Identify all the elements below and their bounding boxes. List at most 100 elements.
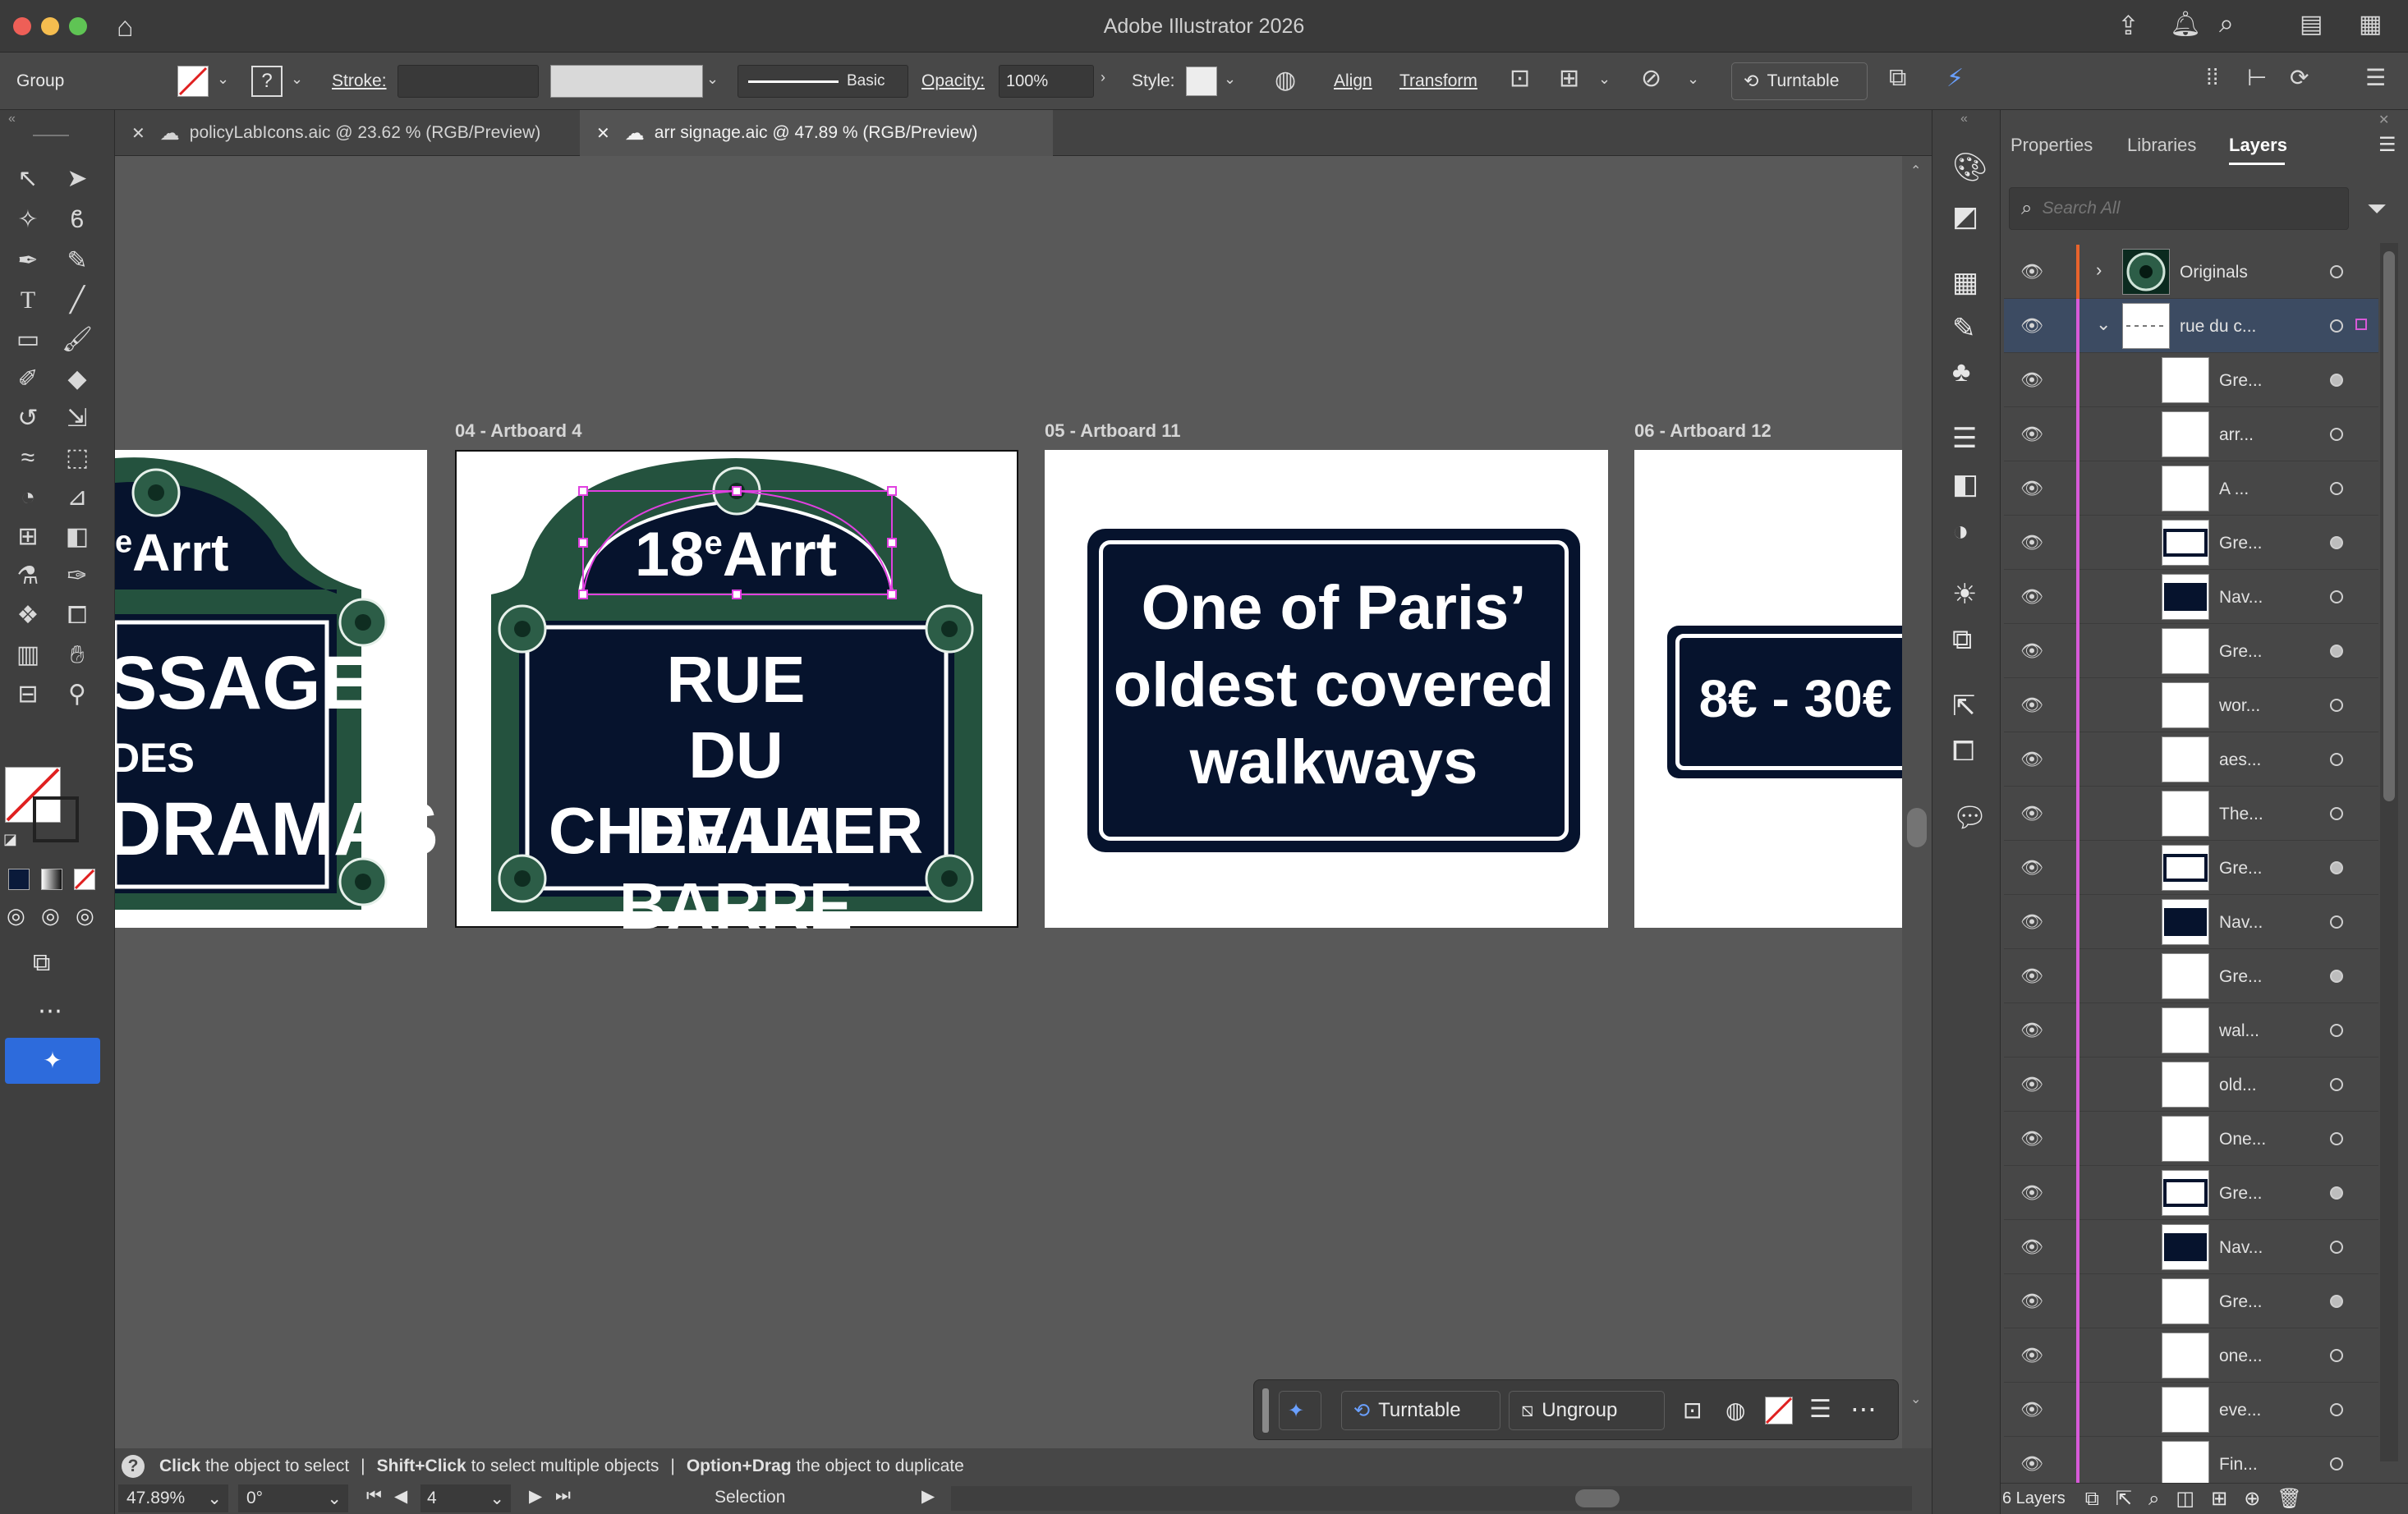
layer-name[interactable]: A ... [2219, 479, 2249, 499]
layer-name[interactable]: rue du c... [2180, 317, 2256, 337]
notification-bell-icon[interactable]: 🔔︎ [2170, 10, 2201, 39]
visibility-eye-icon[interactable]: 👁︎ [2020, 803, 2043, 824]
isolate-icon[interactable]: ⊡ [1510, 64, 1530, 93]
lasso-tool-icon[interactable]: ϐ [59, 202, 95, 238]
layer-row[interactable]: 👁︎ old... [2004, 1058, 2378, 1112]
gradient-mode-icon[interactable] [41, 869, 62, 890]
panel-menu-icon[interactable]: ☰ [2378, 133, 2397, 157]
visibility-eye-icon[interactable]: 👁︎ [2020, 1020, 2043, 1041]
collect-export-icon[interactable]: ⧉ [2085, 1488, 2099, 1511]
stroke-weight-field[interactable] [398, 65, 539, 98]
target-circle-icon[interactable] [2330, 428, 2343, 441]
target-circle-icon[interactable] [2330, 645, 2343, 658]
artboard-11[interactable]: One of Paris’ oldest covered walkways [1045, 450, 1608, 928]
close-icon[interactable]: ✕ [131, 123, 145, 144]
target-circle-icon[interactable] [2330, 1132, 2343, 1145]
next-artboard-icon[interactable]: ▶ [529, 1486, 542, 1507]
image-trace-icon[interactable]: ⧉ [1889, 64, 1906, 92]
direct-selection-tool-icon[interactable]: ➤ [59, 161, 95, 197]
layer-row[interactable]: 👁︎ Gre... [2004, 1166, 2378, 1220]
layer-row[interactable]: 👁︎ Nav... [2004, 570, 2378, 624]
gradient-panel-icon[interactable]: ◧ [1952, 468, 1978, 501]
color-mode-icon[interactable] [8, 869, 30, 890]
clipping-mask-icon[interactable]: ◫ [2176, 1487, 2194, 1511]
chevron-down-icon[interactable]: ⌄ [217, 71, 229, 88]
chevron-down-icon[interactable]: ⌄ [489, 1489, 504, 1509]
layers-scrollbar[interactable] [2380, 243, 2398, 1461]
target-circle-icon[interactable] [2330, 590, 2343, 603]
vertical-scrollbar[interactable]: ⌃ ⌄ [1902, 156, 1932, 1453]
target-circle-icon[interactable] [2330, 1295, 2343, 1308]
layer-name[interactable]: wor... [2219, 696, 2260, 716]
canvas[interactable]: eArrt SSAGE DES DRAMAS 04 - Artboard 4 1… [115, 156, 1932, 1453]
gradient-tool-icon[interactable]: ◧ [59, 519, 95, 555]
artboard-12[interactable]: 8€ - 30€ [1634, 450, 1932, 928]
ungroup-button[interactable]: ⧅ Ungroup [1509, 1391, 1665, 1430]
layer-name[interactable]: one... [2219, 1347, 2263, 1366]
close-panel-icon[interactable]: ✕ [2378, 112, 2389, 128]
layer-row[interactable]: 👁︎ Gre... [2004, 516, 2378, 570]
layer-row[interactable]: 👁︎ A ... [2004, 461, 2378, 516]
layer-row[interactable]: 👁︎ Gre... [2004, 1274, 2378, 1328]
layer-row[interactable]: 👁︎ Nav... [2004, 1220, 2378, 1274]
warp-tool-icon[interactable]: ≈ [10, 440, 46, 476]
filter-icon[interactable]: ⏷ [2367, 195, 2387, 223]
draw-normal-icon[interactable]: ◎ [7, 903, 25, 929]
visibility-eye-icon[interactable]: 👁︎ [2020, 640, 2043, 662]
layer-name[interactable]: The... [2219, 805, 2263, 824]
chevron-down-icon[interactable]: ⌄ [291, 71, 303, 88]
layer-name[interactable]: One... [2219, 1130, 2266, 1149]
visibility-eye-icon[interactable]: 👁︎ [2020, 911, 2043, 933]
artboard-number-field[interactable]: 4 ⌄ [420, 1484, 511, 1512]
last-artboard-icon[interactable]: ⏭ [555, 1486, 571, 1506]
workspace-icon[interactable]: ▤ [2300, 10, 2323, 39]
export-layer-icon[interactable]: ⇱ [2116, 1487, 2132, 1511]
target-circle-icon[interactable] [2330, 915, 2343, 929]
layer-name[interactable]: Gre... [2219, 1292, 2263, 1312]
hand-tool-icon[interactable]: ✋︎ [59, 637, 95, 673]
comments-icon[interactable]: 💬︎ [1952, 801, 1988, 834]
generative-icon[interactable]: ✦ [1279, 1391, 1321, 1430]
align-icon[interactable]: ☰ [1809, 1395, 1831, 1424]
eraser-tool-icon[interactable]: ◆ [59, 361, 95, 397]
delete-layer-icon[interactable]: 🗑︎ [2277, 1487, 2301, 1511]
arrange-icon[interactable]: ▦ [2359, 10, 2382, 39]
target-circle-icon[interactable] [2330, 861, 2343, 874]
stroke-label[interactable]: Stroke: [332, 71, 387, 91]
screen-mode-icon[interactable]: ⧉ [33, 949, 50, 977]
layer-row[interactable]: 👁︎ Gre... [2004, 949, 2378, 1003]
symbols-icon[interactable]: ♣ [1952, 356, 1970, 388]
layer-row[interactable]: 👁︎ Gre... [2004, 841, 2378, 895]
tab-layers[interactable]: Layers [2229, 135, 2287, 156]
layer-row[interactable]: 👁︎ ⌄ rue du c... [2004, 299, 2378, 353]
layer-row[interactable]: 👁︎ Nav... [2004, 895, 2378, 949]
puppet-warp-icon[interactable]: ⊘ [1641, 64, 1661, 93]
scroll-up-icon[interactable]: ⌃ [1910, 163, 1921, 179]
tab-libraries[interactable]: Libraries [2127, 135, 2196, 156]
visibility-eye-icon[interactable]: 👁︎ [2020, 1345, 2043, 1366]
layer-name[interactable]: Gre... [2219, 967, 2263, 987]
chevron-down-icon[interactable]: ⌄ [327, 1489, 342, 1509]
chevron-down-icon[interactable]: ⌄ [1598, 71, 1611, 88]
target-circle-icon[interactable] [2330, 482, 2343, 495]
generative-ai-button[interactable]: ✦ [5, 1038, 100, 1084]
visibility-eye-icon[interactable]: 👁︎ [2020, 1182, 2043, 1204]
target-circle-icon[interactable] [2330, 1186, 2343, 1200]
slice-tool-icon[interactable]: ⊟ [10, 677, 46, 713]
horizontal-scrollbar[interactable] [951, 1486, 1912, 1511]
sign-panel[interactable]: One of Paris’ oldest covered walkways [1087, 529, 1580, 852]
visibility-eye-icon[interactable]: 👁︎ [2020, 966, 2043, 987]
stroke-swatch[interactable]: ? [251, 66, 283, 97]
magic-wand-tool-icon[interactable]: ✧ [10, 202, 46, 238]
line-tool-icon[interactable]: ╱ [59, 282, 95, 319]
chevron-down-icon[interactable]: ⌄ [207, 1489, 222, 1509]
close-icon[interactable]: ✕ [596, 123, 610, 144]
collapse-icon[interactable]: « [8, 112, 16, 126]
drag-handle[interactable] [1262, 1388, 1269, 1433]
selection-indicator[interactable] [2355, 319, 2367, 330]
more-options-icon[interactable]: ⋯ [1850, 1393, 1877, 1425]
visibility-eye-icon[interactable]: 👁︎ [2020, 1399, 2043, 1420]
layer-name[interactable]: Originals [2180, 263, 2248, 282]
rotation-field[interactable]: 0° ⌄ [238, 1484, 348, 1512]
visibility-eye-icon[interactable]: 👁︎ [2020, 1453, 2043, 1475]
